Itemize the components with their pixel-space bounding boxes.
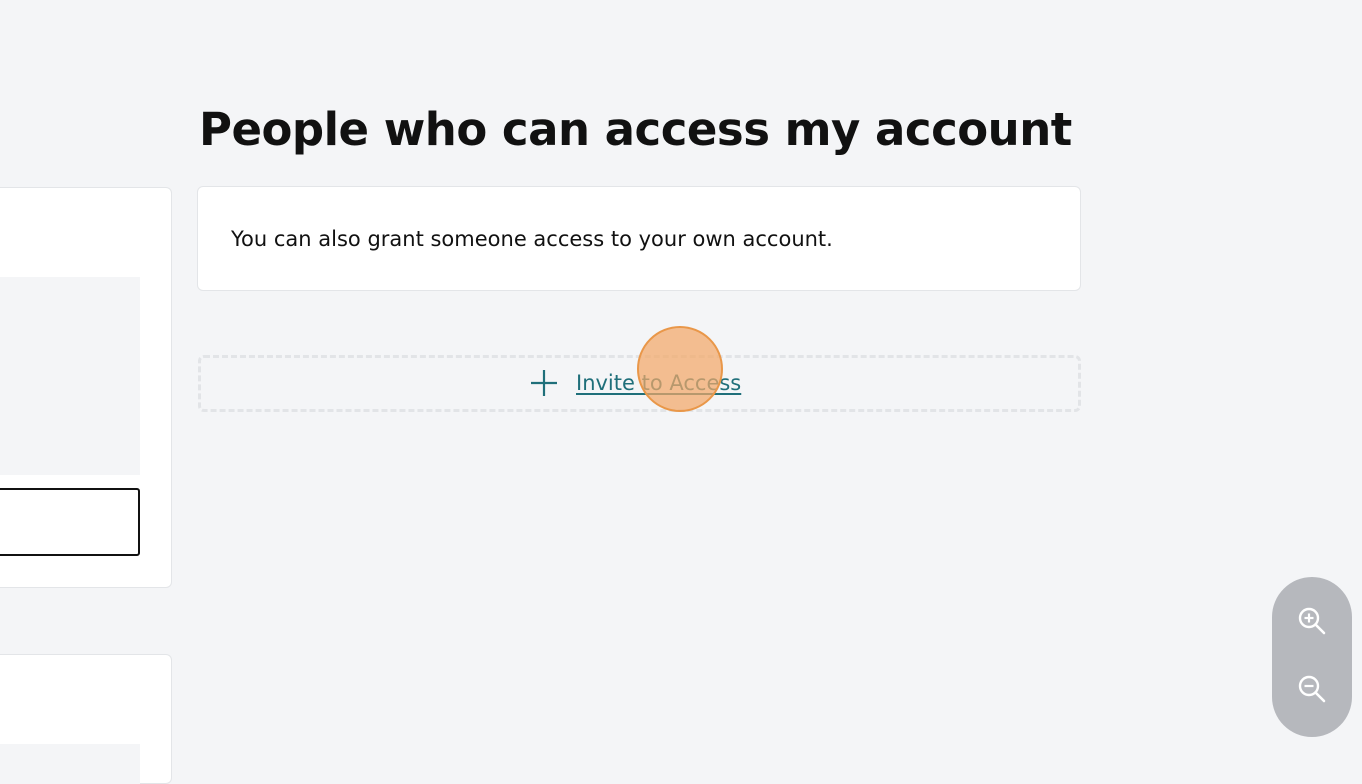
plus-icon xyxy=(529,368,559,398)
section-title: People who can access my account xyxy=(199,103,1072,156)
left-panel-placeholder xyxy=(0,277,140,475)
zoom-in-icon xyxy=(1296,605,1328,642)
zoom-out-icon xyxy=(1296,673,1328,710)
zoom-out-button[interactable] xyxy=(1294,673,1330,709)
left-panel-card-secondary xyxy=(0,654,172,784)
invite-to-access-button[interactable]: Invite to Access xyxy=(198,355,1081,412)
zoom-in-button[interactable] xyxy=(1294,605,1330,641)
info-text: You can also grant someone access to you… xyxy=(231,227,833,251)
left-panel-placeholder-secondary xyxy=(0,744,140,784)
invite-to-access-link[interactable]: Invite to Access xyxy=(576,370,741,396)
left-panel-button[interactable] xyxy=(0,488,140,556)
left-panel-card xyxy=(0,187,172,588)
info-card: You can also grant someone access to you… xyxy=(197,186,1081,291)
zoom-control xyxy=(1272,577,1352,737)
invite-content[interactable]: Invite to Access xyxy=(529,365,741,401)
